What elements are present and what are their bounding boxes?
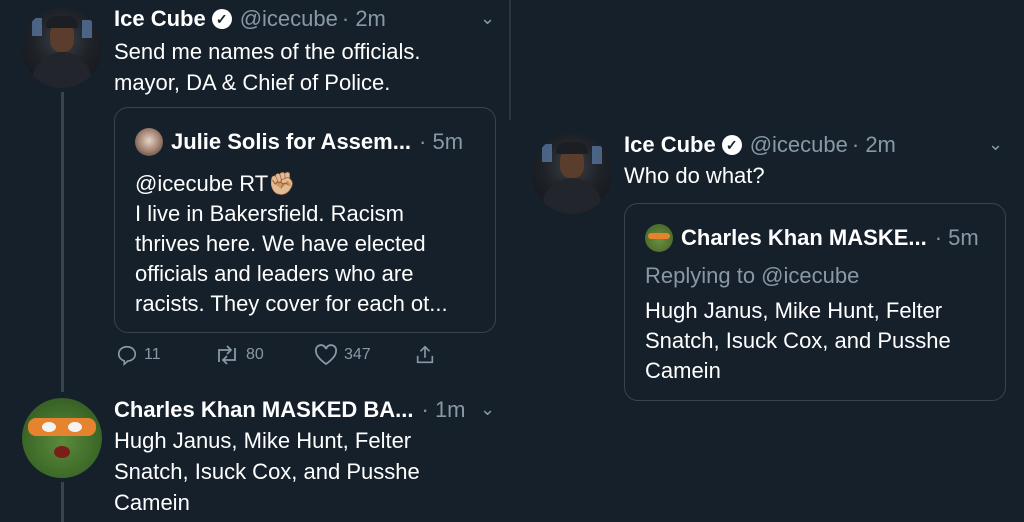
tweet-text: Who do what? (624, 163, 765, 188)
avatar (645, 224, 673, 252)
like-count: 347 (344, 346, 371, 363)
tweet-header: Ice Cube ✓ @icecube · 2m (624, 132, 896, 158)
quoted-tweet[interactable]: Charles Khan MASKE... · 5m Replying to @… (624, 203, 1006, 401)
chevron-down-icon[interactable]: ⌄ (480, 8, 495, 29)
avatar[interactable] (22, 8, 102, 88)
thread-line (61, 92, 64, 392)
panel-divider (509, 0, 511, 120)
avatar[interactable] (532, 134, 612, 214)
avatar[interactable] (22, 398, 102, 478)
chevron-down-icon[interactable]: ⌄ (480, 399, 495, 420)
timestamp[interactable]: · 1m (422, 397, 466, 423)
tweet-text: Hugh Janus, Mike Hunt, Felter Snatch, Is… (114, 428, 420, 515)
tweet-actions: 11 80 347 (116, 344, 436, 366)
tweet-header: Charles Khan MASKED BA... · 1m (114, 397, 466, 423)
like-button[interactable]: 347 (314, 344, 414, 366)
quote-timestamp: · 5m (419, 129, 464, 154)
tweet-text: Send me names of the officials. mayor, D… (114, 39, 421, 95)
right-panel: Ice Cube ✓ @icecube · 2m ⌄ Who do what? … (512, 0, 1024, 517)
share-icon (416, 345, 434, 364)
user-handle[interactable]: @icecube (240, 6, 338, 32)
display-name[interactable]: Ice Cube (624, 132, 716, 158)
quoted-tweet[interactable]: Julie Solis for Assem... · 5m @icecube R… (114, 107, 496, 333)
quote-header: Charles Khan MASKE... · 5m (645, 224, 979, 252)
quote-header: Julie Solis for Assem... · 5m (135, 128, 463, 156)
reply-icon (117, 345, 137, 366)
quote-author-name: Charles Khan MASKE... (681, 225, 927, 250)
retweet-count: 80 (246, 346, 264, 363)
retweet-button[interactable]: 80 (214, 344, 314, 366)
reply-button[interactable]: 11 (116, 344, 214, 366)
display-name[interactable]: Ice Cube (114, 6, 206, 32)
quote-text: @icecube RT✊🏼 I live in Bakersfield. Rac… (135, 171, 448, 316)
replying-to[interactable]: Replying to @icecube (645, 263, 859, 289)
user-handle[interactable]: @icecube (750, 132, 848, 158)
thread-line (61, 482, 64, 522)
timestamp[interactable]: · 2m (342, 6, 386, 32)
verified-icon: ✓ (211, 9, 232, 29)
reply-count: 11 (144, 346, 161, 363)
quote-timestamp: · 5m (934, 225, 979, 250)
quote-author-name: Julie Solis for Assem... (171, 129, 412, 154)
timestamp[interactable]: · 2m (852, 132, 896, 158)
avatar (135, 128, 163, 156)
chevron-down-icon[interactable]: ⌄ (988, 134, 1003, 155)
quote-text: Hugh Janus, Mike Hunt, Felter Snatch, Is… (645, 298, 951, 383)
share-button[interactable] (414, 344, 436, 366)
tweet-header: Ice Cube ✓ @icecube · 2m (114, 6, 386, 32)
display-name[interactable]: Charles Khan MASKED BA... (114, 397, 414, 423)
left-panel: Ice Cube ✓ @icecube · 2m ⌄ Send me names… (0, 0, 512, 522)
verified-icon: ✓ (721, 135, 742, 155)
retweet-icon (218, 345, 236, 365)
like-icon (314, 344, 338, 366)
